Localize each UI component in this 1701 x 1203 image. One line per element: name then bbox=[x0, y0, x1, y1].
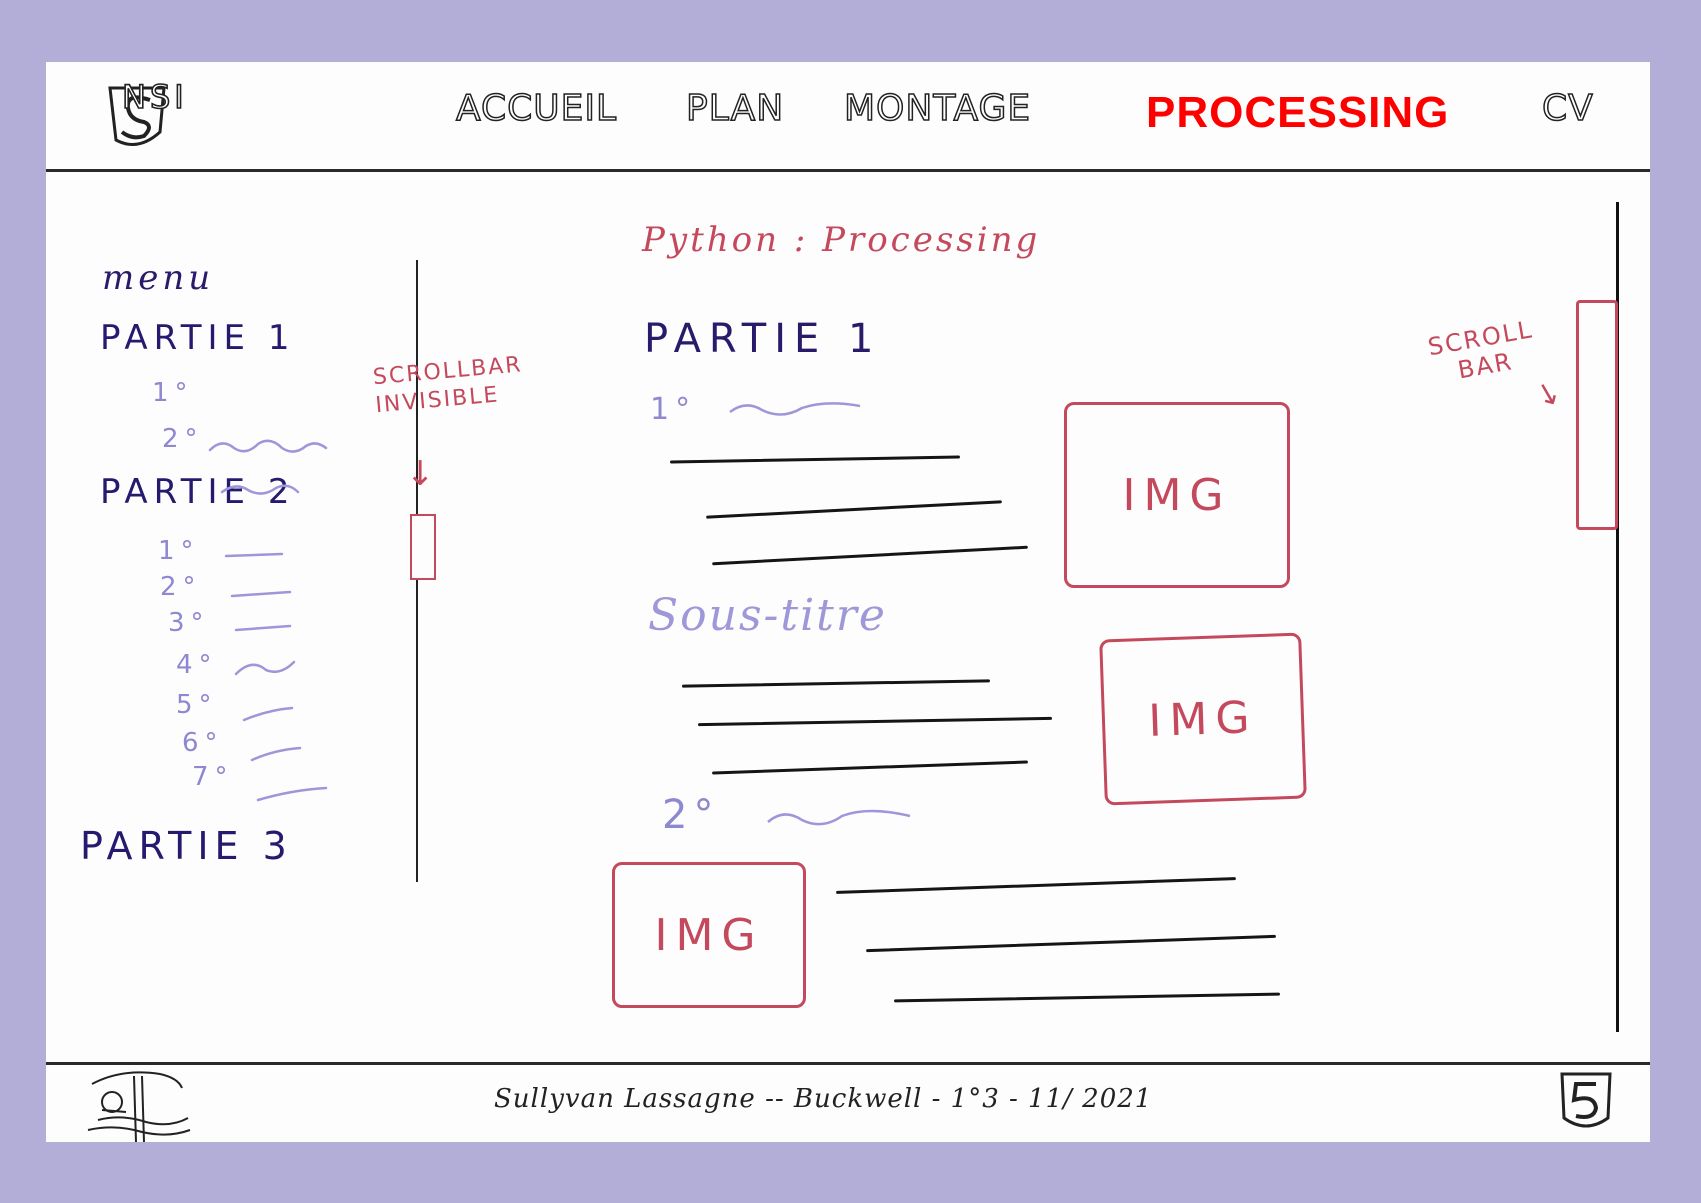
tree-logo-icon bbox=[87, 1071, 191, 1142]
nav-plan[interactable]: PLAN bbox=[685, 87, 784, 130]
logo-text: NSI bbox=[121, 77, 188, 117]
image-placeholder: IMG bbox=[1099, 632, 1307, 806]
menu-part-3[interactable]: PARTIE 3 bbox=[80, 824, 293, 868]
section-title: PARTIE 1 bbox=[644, 316, 882, 362]
image-placeholder: IMG bbox=[612, 862, 806, 1008]
header-divider bbox=[46, 169, 1650, 172]
text-line bbox=[836, 877, 1236, 894]
page-scrollbar-thumb[interactable] bbox=[1576, 300, 1618, 530]
mockup-sheet: NSI ACCUEIL PLAN MONTAGE PROCESSING CV m… bbox=[46, 62, 1650, 1142]
footer-divider bbox=[46, 1062, 1650, 1065]
text-line bbox=[706, 500, 1002, 519]
subtitle: Sous-titre bbox=[648, 590, 887, 641]
menu-scrollbar-thumb[interactable] bbox=[410, 514, 436, 580]
nav-cv[interactable]: CV bbox=[1541, 87, 1594, 130]
shield-5-icon bbox=[1560, 1072, 1612, 1128]
sub-1-squiggle bbox=[729, 402, 861, 416]
arrow-down-icon: ↓ bbox=[1528, 374, 1569, 417]
scrollbar-label: SCROLL BAR bbox=[1425, 315, 1536, 385]
text-line bbox=[712, 760, 1028, 775]
menu-squiggles bbox=[208, 439, 328, 802]
menu-part-2-sub-1[interactable]: 1° bbox=[158, 536, 200, 566]
text-line bbox=[894, 992, 1280, 1003]
site-header: NSI ACCUEIL PLAN MONTAGE PROCESSING CV bbox=[46, 62, 1650, 170]
text-line bbox=[866, 934, 1276, 953]
text-line bbox=[698, 716, 1052, 727]
section-sub-1: 1° bbox=[650, 392, 697, 427]
image-placeholder: IMG bbox=[1064, 402, 1290, 588]
text-line bbox=[669, 455, 961, 464]
footer-credit: Sullyvan Lassagne -- Buckwell - 1°3 - 11… bbox=[494, 1084, 1153, 1114]
section-sub-2: 2° bbox=[662, 792, 720, 838]
sub-2-squiggle bbox=[767, 809, 911, 826]
menu-title: menu bbox=[102, 258, 215, 298]
text-line bbox=[681, 679, 991, 688]
text-line bbox=[712, 545, 1028, 566]
scrollbar-invisible-note: SCROLLBAR INVISIBLE bbox=[372, 352, 524, 419]
page-title: Python : Processing bbox=[642, 220, 1041, 260]
nav-processing[interactable]: PROCESSING bbox=[1146, 88, 1449, 138]
nav-accueil[interactable]: ACCUEIL bbox=[455, 87, 617, 130]
nav-montage[interactable]: MONTAGE bbox=[843, 87, 1031, 130]
menu-part-1-sub-1[interactable]: 1° bbox=[152, 378, 194, 408]
arrow-down-icon: ↓ bbox=[406, 454, 435, 494]
